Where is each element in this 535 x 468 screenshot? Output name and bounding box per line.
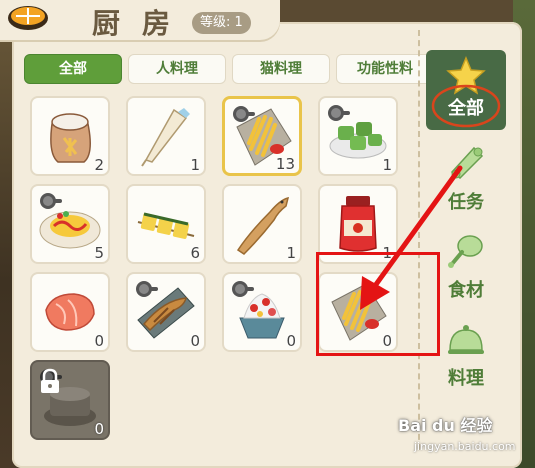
item-count: 0 [190,332,200,350]
recipe-item[interactable]: 2 [30,96,110,176]
green-rice-cakes-icon [329,122,387,159]
grilled-fish-icon [137,287,195,339]
item-count: 1 [382,156,392,174]
orange-bowl-icon [8,6,48,30]
recipe-item[interactable]: 6 [126,184,206,264]
recipe-item[interactable]: 0 [30,272,110,352]
highlight-circle [431,84,501,128]
item-count: 1 [286,244,296,262]
recipe-item[interactable]: 0 [126,272,206,352]
item-count: 6 [190,244,200,262]
item-count: 13 [275,155,295,173]
dried-fish-icon [236,196,290,255]
omelette-rice-icon [39,211,101,249]
item-count: 5 [94,244,104,262]
drumstick-icon [448,235,483,268]
watermark-logo: Bai du 经验 [398,416,493,435]
tab-human-dishes[interactable]: 人料理 [128,54,226,84]
recipe-item[interactable]: 1 [318,96,398,176]
watermark-url: jingyan.baidu.com [414,440,516,453]
level-badge: 等级: 1 [192,12,251,34]
item-count: 0 [94,420,104,438]
recipe-item-locked[interactable]: 0 [30,360,110,440]
ketchup-jar-icon [339,196,377,252]
item-count: 2 [94,156,104,174]
item-count: 0 [286,332,296,350]
recipe-item-selected[interactable]: 13 [222,96,302,176]
cloche-icon [448,325,484,354]
sidebar-item-tasks[interactable]: 任务 [426,144,506,224]
title-bar: 厨房 等级: 1 [0,0,280,40]
sidebar-label-tasks: 任务 [448,192,484,213]
sidebar-label-dishes: 料理 [448,368,484,389]
piping-bag-icon [141,108,190,167]
recipe-item[interactable]: 1 [222,184,302,264]
item-count: 1 [190,156,200,174]
annotation-highlight-box [316,252,440,356]
recipe-item[interactable]: 5 [30,184,110,264]
flour-sack-icon [50,113,91,163]
scroll-icon [450,146,484,179]
divider [418,30,420,450]
egg-roll-skewer-icon [137,212,195,239]
lock-icon [41,368,59,393]
tab-all[interactable]: 全部 [24,54,122,84]
page-title: 厨房 [92,7,193,40]
salmon-fillet-icon [45,293,95,331]
ice-dessert-icon [239,293,285,339]
recipe-item[interactable]: 0 [222,272,302,352]
sidebar-item-all[interactable]: 全部 [426,50,506,130]
tab-cat-dishes[interactable]: 猫料理 [232,54,330,84]
item-count: 0 [94,332,104,350]
recipe-item[interactable]: 1 [126,96,206,176]
